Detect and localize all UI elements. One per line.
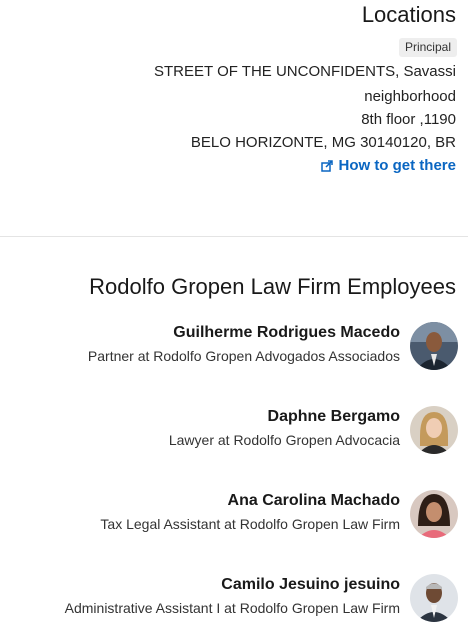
avatar[interactable] bbox=[410, 406, 458, 454]
principal-badge: Principal bbox=[398, 38, 457, 57]
employee-role: Administrative Assistant I at Rodolfo Gr… bbox=[64, 600, 400, 616]
section-divider bbox=[0, 236, 468, 237]
employee-name[interactable]: Ana Carolina Machado bbox=[228, 492, 400, 510]
employee-item[interactable]: Ana Carolina Machado Tax Legal Assistant… bbox=[10, 490, 458, 544]
address-line: 1190, 8th floor bbox=[361, 111, 456, 128]
employee-role: Lawyer at Rodolfo Gropen Advocacia bbox=[168, 432, 400, 448]
employee-role: Tax Legal Assistant at Rodolfo Gropen La… bbox=[100, 516, 400, 532]
directions-label: How to get there bbox=[338, 157, 456, 174]
employee-item[interactable]: Guilherme Rodrigues Macedo Partner at Ro… bbox=[10, 322, 458, 376]
employee-name[interactable]: Guilherme Rodrigues Macedo bbox=[173, 324, 400, 342]
employees-heading: Rodolfo Gropen Law Firm Employees bbox=[89, 274, 456, 299]
directions-link[interactable]: How to get there bbox=[321, 156, 456, 176]
avatar[interactable] bbox=[410, 574, 458, 622]
address-line: STREET OF THE UNCONFIDENTS, Savassi bbox=[154, 63, 456, 80]
employee-item[interactable]: Daphne Bergamo Lawyer at Rodolfo Gropen … bbox=[10, 406, 458, 460]
avatar[interactable] bbox=[410, 490, 458, 538]
external-link-icon bbox=[321, 160, 334, 172]
company-page: Locations Principal STREET OF THE UNCONF… bbox=[0, 0, 468, 636]
locations-heading: Locations bbox=[361, 2, 456, 27]
address-line: BELO HORIZONTE, MG 30140120, BR bbox=[190, 134, 456, 151]
employee-role: Partner at Rodolfo Gropen Advogados Asso… bbox=[87, 348, 400, 364]
avatar[interactable] bbox=[410, 322, 458, 370]
employee-name[interactable]: Camilo Jesuino jesuino bbox=[221, 576, 400, 594]
employee-name[interactable]: Daphne Bergamo bbox=[268, 408, 400, 426]
employee-item[interactable]: Camilo Jesuino jesuino Administrative As… bbox=[10, 574, 458, 628]
address-line: neighborhood bbox=[364, 88, 456, 105]
